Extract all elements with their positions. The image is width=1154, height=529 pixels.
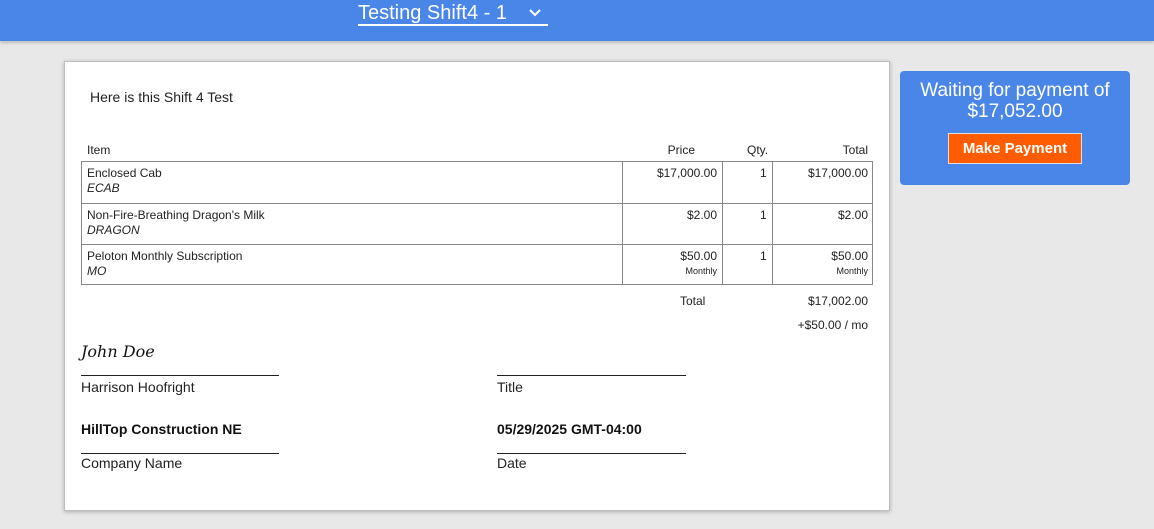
date-value: 05/29/2025 GMT-04:00 [497, 421, 642, 437]
date-line [497, 453, 686, 454]
table-row: Enclosed Cab ECAB $17,000.00 1 $17,000.0… [82, 162, 872, 203]
column-header-item: Item [87, 143, 111, 157]
chevron-down-icon [529, 9, 541, 17]
column-header-price: Price [667, 143, 695, 157]
column-header-qty: Qty. [747, 143, 769, 157]
item-total: $2.00 [837, 208, 868, 222]
title-label: Title [497, 379, 523, 395]
table-row: Peloton Monthly Subscription MO $50.00 M… [82, 244, 872, 285]
quote-document: Here is this Shift 4 Test Item Price Qty… [64, 61, 890, 511]
total-value: $17,002.00 [807, 294, 868, 308]
payment-status-message: Waiting for payment of $17,052.00 [920, 80, 1110, 122]
company-value: HillTop Construction NE [81, 421, 242, 437]
signature-line [81, 375, 279, 376]
item-price: $2.00 [686, 208, 717, 222]
item-name: Peloton Monthly Subscription [87, 249, 243, 263]
item-name: Non-Fire-Breathing Dragon's Milk [87, 208, 265, 222]
signature: John Doe [81, 342, 155, 361]
item-total-note: Monthly [836, 266, 868, 276]
top-bar: Testing Shift4 - 1 [0, 0, 1154, 41]
item-total: $17,000.00 [807, 166, 868, 180]
company-label: Company Name [81, 455, 183, 471]
item-qty: 1 [760, 208, 767, 222]
document-select-value: Testing Shift4 - 1 [358, 2, 507, 24]
signer-name: Harrison Hoofright [81, 379, 195, 395]
recurring-total: +$50.00 / mo [797, 318, 868, 332]
title-line [497, 375, 686, 376]
item-code: DRAGON [87, 223, 140, 237]
item-price-note: Monthly [685, 266, 717, 276]
company-line [81, 453, 279, 454]
total-label: Total [680, 294, 706, 308]
item-code: MO [87, 264, 107, 278]
item-price: $50.00 [680, 249, 717, 263]
payment-panel: Waiting for payment of $17,052.00 Make P… [900, 71, 1130, 185]
item-code: ECAB [87, 181, 120, 195]
item-price: $17,000.00 [656, 166, 717, 180]
column-header-total: Total [842, 143, 868, 157]
quote-intro: Here is this Shift 4 Test [90, 89, 233, 105]
document-select[interactable]: Testing Shift4 - 1 [358, 2, 548, 26]
table-row: Non-Fire-Breathing Dragon's Milk DRAGON … [82, 203, 872, 244]
date-label: Date [497, 455, 527, 471]
make-payment-button[interactable]: Make Payment [948, 133, 1082, 164]
line-items-table: Enclosed Cab ECAB $17,000.00 1 $17,000.0… [81, 161, 873, 285]
item-total: $50.00 [831, 249, 868, 263]
item-qty: 1 [760, 166, 767, 180]
item-qty: 1 [760, 249, 767, 263]
item-name: Enclosed Cab [87, 166, 162, 180]
